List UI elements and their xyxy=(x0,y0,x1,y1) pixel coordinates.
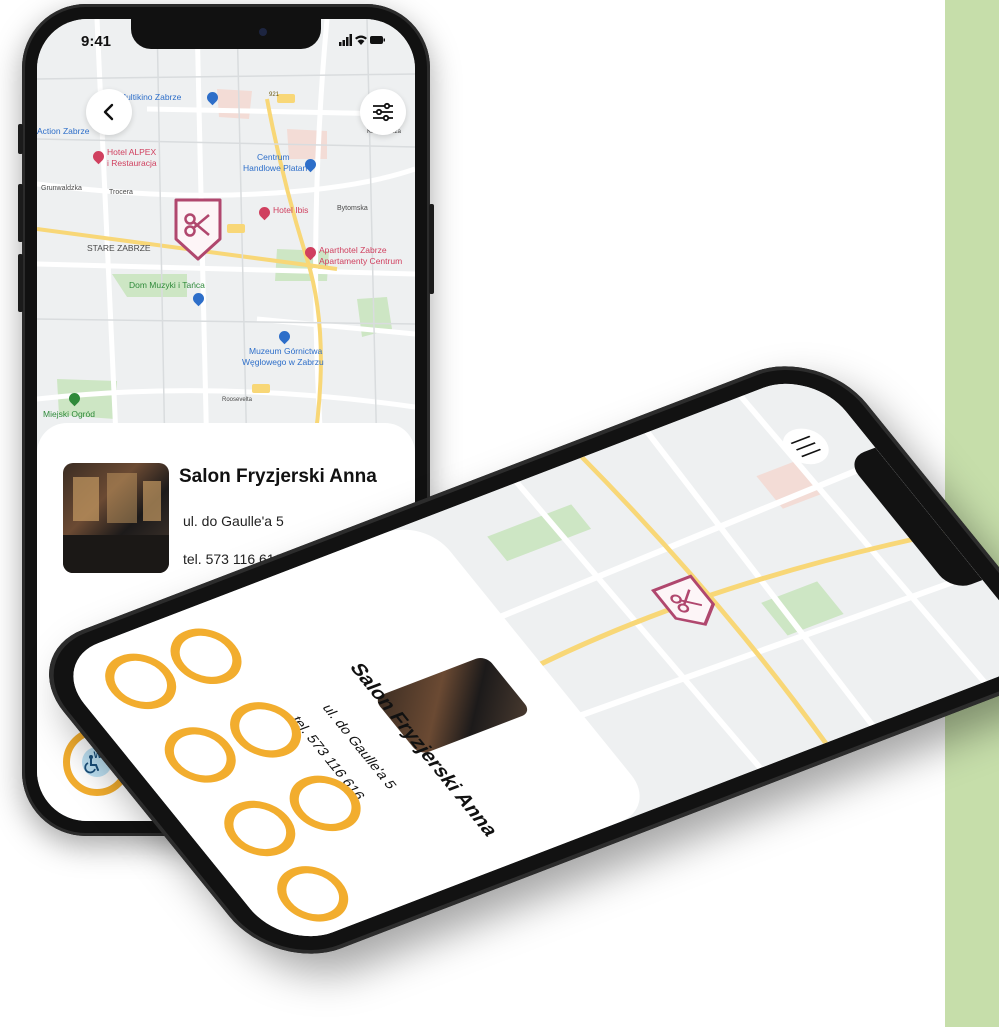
map-label-aparthotel-2[interactable]: Apartamenty Centrum xyxy=(319,256,402,266)
map-label-aparthotel-1[interactable]: Aparthotel Zabrze xyxy=(319,245,387,255)
map-label-centrum-2[interactable]: Handlowe Platan xyxy=(243,163,307,173)
status-time: 9:41 xyxy=(81,33,112,50)
front-camera xyxy=(259,28,267,36)
map-label-dom-muzyki[interactable]: Dom Muzyki i Tańca xyxy=(129,280,205,290)
map-label-muzeum-1[interactable]: Muzeum Górnictwa xyxy=(249,346,322,356)
sliders-icon xyxy=(373,102,393,122)
street-roosevelta: Roosevelta xyxy=(222,397,253,403)
volume-up-button xyxy=(18,184,23,242)
signal-wifi-battery-icon xyxy=(339,34,385,46)
power-button xyxy=(429,204,434,294)
street-grunwaldzka: Grunwaldzka xyxy=(41,185,82,192)
street-bytomska: Bytomska xyxy=(337,205,368,212)
back-button[interactable] xyxy=(86,89,132,135)
salon-address: ul. do Gaulle'a 5 xyxy=(183,513,284,529)
map-label-centrum-1[interactable]: Centrum xyxy=(257,152,290,162)
salon-map-marker[interactable] xyxy=(173,197,223,263)
volume-down-button xyxy=(18,254,23,312)
map-label-hotel-alpex-1[interactable]: Hotel ALPEX xyxy=(107,147,156,157)
map-label-hotel-alpex-2[interactable]: i Restauracja xyxy=(107,158,157,168)
salon-photo xyxy=(63,463,169,573)
map-label-stare-zabrze: STARE ZABRZE xyxy=(87,243,151,253)
status-icons xyxy=(339,34,385,49)
silent-switch xyxy=(18,124,23,154)
map-label-miejski-ogrod[interactable]: Miejski Ogród xyxy=(43,409,95,419)
salon-name: Salon Fryzjerski Anna xyxy=(179,466,377,487)
map-label-hotel-ibis[interactable]: Hotel Ibis xyxy=(273,205,308,215)
map-view[interactable] xyxy=(37,19,415,459)
map-label-muzeum-2[interactable]: Węglowego w Zabrzu xyxy=(242,357,324,367)
street-trocera: Trocera xyxy=(109,189,133,196)
map-label-action[interactable]: Action Zabrze xyxy=(37,126,89,136)
notch xyxy=(131,19,321,49)
tilted-amenity-parking xyxy=(263,857,363,931)
filter-button[interactable] xyxy=(360,89,406,135)
road-number-921: 921 xyxy=(269,92,280,98)
chevron-left-icon xyxy=(103,103,114,121)
